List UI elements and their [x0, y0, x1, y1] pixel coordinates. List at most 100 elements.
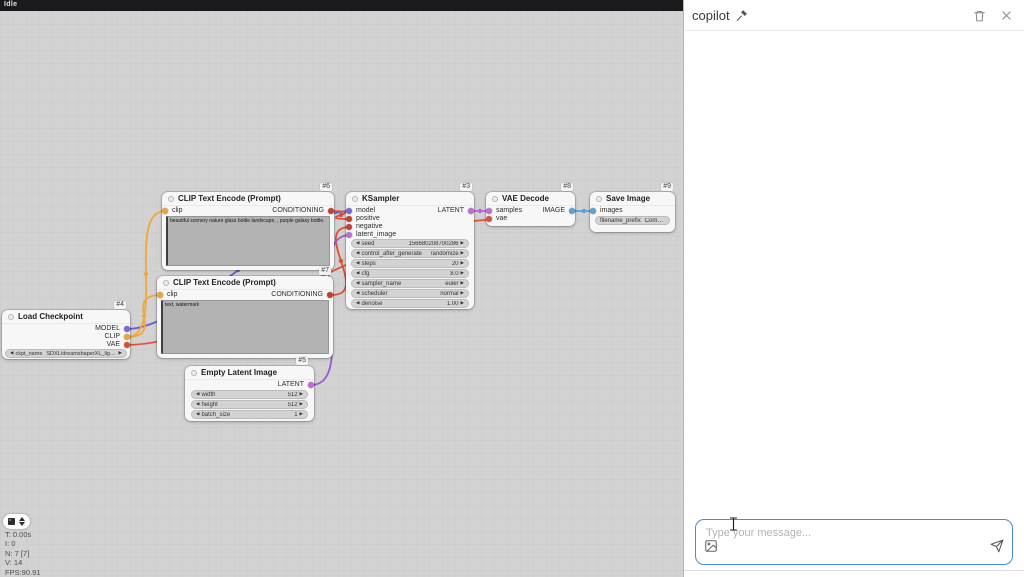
decrement-arrow-icon[interactable]: ◀: [10, 351, 13, 356]
collapse-dot-icon[interactable]: [8, 314, 14, 320]
chat-input-box[interactable]: [695, 519, 1013, 565]
collapse-dot-icon[interactable]: [352, 196, 358, 202]
collapse-dot-icon[interactable]: [596, 196, 602, 202]
widget-name: filename_prefix: [600, 218, 641, 224]
fit-view-icon[interactable]: [19, 517, 25, 526]
port-vae-output[interactable]: [124, 342, 130, 348]
node-empty-latent-image[interactable]: #5 Empty Latent Image LATENT ◀ width 512…: [185, 366, 314, 421]
decrement-arrow-icon[interactable]: ◀: [356, 291, 359, 296]
widget-steps[interactable]: ◀ steps 20 ▶: [351, 259, 469, 268]
port-model-output[interactable]: [124, 326, 130, 332]
node-title-bar[interactable]: Empty Latent Image: [185, 366, 314, 380]
node-ksampler[interactable]: #3 KSampler model positive negative late…: [346, 192, 474, 309]
increment-arrow-icon[interactable]: ▶: [461, 291, 464, 296]
stat-line: FPS:90.91: [5, 568, 40, 577]
widget-name: scheduler: [361, 291, 387, 297]
close-panel-button[interactable]: [999, 8, 1014, 23]
decrement-arrow-icon[interactable]: ◀: [356, 241, 359, 246]
decrement-arrow-icon[interactable]: ◀: [196, 402, 199, 407]
increment-arrow-icon[interactable]: ▶: [300, 412, 303, 417]
increment-arrow-icon[interactable]: ▶: [300, 402, 303, 407]
widget-value: 1: [294, 412, 297, 418]
increment-arrow-icon[interactable]: ▶: [461, 271, 464, 276]
collapse-dot-icon[interactable]: [492, 196, 498, 202]
port-clip-input[interactable]: [162, 208, 168, 214]
prompt-text-area[interactable]: beautiful scenery nature glass bottle la…: [166, 216, 330, 266]
collapse-dot-icon[interactable]: [163, 280, 169, 286]
increment-arrow-icon[interactable]: ▶: [119, 351, 122, 356]
widget-denoise[interactable]: ◀ denoise 1.00 ▶: [351, 299, 469, 308]
widget-width[interactable]: ◀ width 512 ▶: [191, 390, 308, 399]
port-latent-image-input[interactable]: [346, 232, 352, 238]
port-negative-input[interactable]: [346, 224, 352, 230]
increment-arrow-icon[interactable]: ▶: [300, 392, 303, 397]
widget-scheduler[interactable]: ◀ scheduler normal ▶: [351, 289, 469, 298]
attach-image-button[interactable]: [704, 539, 718, 558]
widget-height[interactable]: ◀ height 512 ▶: [191, 400, 308, 409]
port-model-input[interactable]: [346, 208, 352, 214]
node-load-checkpoint[interactable]: #4 Load Checkpoint MODEL CLIP VAE ◀ ckpt…: [2, 310, 130, 359]
port-images-input[interactable]: [590, 208, 596, 214]
port-positive-input[interactable]: [346, 216, 352, 222]
widget-control-after-generate[interactable]: ◀ control_after_generate randomize ▶: [351, 249, 469, 258]
port-conditioning-output[interactable]: [327, 292, 333, 298]
node-title-bar[interactable]: CLIP Text Encode (Prompt): [157, 276, 333, 290]
widget-name: batch_size: [201, 412, 230, 418]
stat-line: T: 0.00s: [5, 530, 40, 539]
node-title-bar[interactable]: CLIP Text Encode (Prompt): [162, 192, 334, 206]
increment-arrow-icon[interactable]: ▶: [461, 251, 464, 256]
canvas-toolbar[interactable]: [3, 514, 30, 529]
decrement-arrow-icon[interactable]: ◀: [356, 281, 359, 286]
widget-seed[interactable]: ◀ seed 156680208700286 ▶: [351, 239, 469, 248]
collapse-dot-icon[interactable]: [191, 370, 197, 376]
decrement-arrow-icon[interactable]: ◀: [356, 271, 359, 276]
port-latent-output[interactable]: [468, 208, 474, 214]
increment-arrow-icon[interactable]: ▶: [461, 301, 464, 306]
port-samples-input[interactable]: [486, 208, 492, 214]
decrement-arrow-icon[interactable]: ◀: [196, 392, 199, 397]
send-message-button[interactable]: [990, 539, 1004, 558]
node-vae-decode[interactable]: #8 VAE Decode samples vae IMAGE: [486, 192, 575, 226]
port-image-output[interactable]: [569, 208, 575, 214]
node-title: Empty Latent Image: [201, 368, 277, 377]
widget-ckpt-name[interactable]: ◀ ckpt_name SDXL/dreamshaperXL_light... …: [5, 349, 127, 358]
node-graph-canvas[interactable]: [0, 11, 683, 577]
node-badge: #9: [661, 183, 673, 191]
port-clip-output[interactable]: [124, 334, 130, 340]
node-clip-text-encode-positive[interactable]: #6 CLIP Text Encode (Prompt) clip CONDIT…: [162, 192, 334, 270]
node-title: Load Checkpoint: [18, 312, 83, 321]
decrement-arrow-icon[interactable]: ◀: [356, 261, 359, 266]
port-vae-input[interactable]: [486, 216, 492, 222]
prompt-text-area[interactable]: text, watermark: [161, 300, 329, 354]
node-title-bar[interactable]: KSampler: [346, 192, 474, 206]
widget-batch-size[interactable]: ◀ batch_size 1 ▶: [191, 410, 308, 419]
text-cursor: [729, 517, 738, 531]
collapse-dot-icon[interactable]: [168, 196, 174, 202]
send-icon: [990, 539, 1004, 553]
clear-chat-button[interactable]: [972, 8, 987, 23]
minimap-toggle-icon[interactable]: [8, 518, 15, 525]
decrement-arrow-icon[interactable]: ◀: [356, 251, 359, 256]
widget-sampler-name[interactable]: ◀ sampler_name euler ▶: [351, 279, 469, 288]
node-save-image[interactable]: #9 Save Image images filename_prefix Com…: [590, 192, 675, 232]
increment-arrow-icon[interactable]: ▶: [461, 281, 464, 286]
node-title-bar[interactable]: VAE Decode: [486, 192, 575, 206]
increment-arrow-icon[interactable]: ▶: [461, 261, 464, 266]
widget-name: denoise: [361, 301, 382, 307]
decrement-arrow-icon[interactable]: ◀: [356, 301, 359, 306]
widget-name: steps: [361, 261, 375, 267]
widget-filename-prefix[interactable]: filename_prefix ComfyUI: [595, 216, 670, 225]
node-title-bar[interactable]: Save Image: [590, 192, 675, 206]
port-clip-input[interactable]: [157, 292, 163, 298]
node-clip-text-encode-negative[interactable]: #7 CLIP Text Encode (Prompt) clip CONDIT…: [157, 276, 333, 358]
port-conditioning-output[interactable]: [328, 208, 334, 214]
increment-arrow-icon[interactable]: ▶: [461, 241, 464, 246]
port-label: IMAGE: [542, 207, 565, 215]
port-label: LATENT: [438, 207, 464, 215]
node-title-bar[interactable]: Load Checkpoint: [2, 310, 130, 324]
port-latent-output[interactable]: [308, 382, 314, 388]
widget-cfg[interactable]: ◀ cfg 8.0 ▶: [351, 269, 469, 278]
chat-message-input[interactable]: [704, 525, 1004, 547]
widget-value: 1.00: [447, 301, 459, 307]
decrement-arrow-icon[interactable]: ◀: [196, 412, 199, 417]
